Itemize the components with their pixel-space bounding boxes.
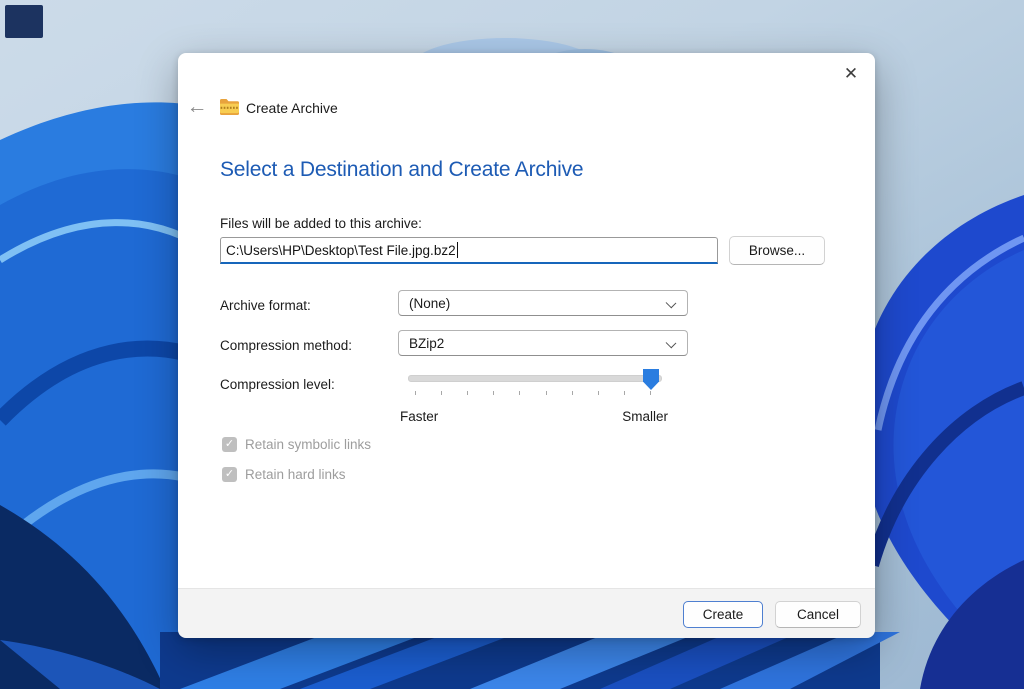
archive-path-input[interactable]: C:\Users\HP\Desktop\Test File.jpg.bz2	[220, 237, 718, 264]
archive-format-label: Archive format:	[220, 298, 311, 313]
archive-path-value: C:\Users\HP\Desktop\Test File.jpg.bz2	[226, 243, 456, 258]
cancel-button[interactable]: Cancel	[775, 601, 861, 628]
wallpaper-dark-corner	[5, 5, 43, 38]
compression-method-value: BZip2	[409, 336, 444, 351]
retain-hard-links-checkbox[interactable]: ✓ Retain hard links	[222, 467, 346, 482]
close-icon: ✕	[844, 65, 858, 82]
archive-format-dropdown[interactable]: (None)	[398, 290, 688, 316]
back-button[interactable]: ←	[184, 94, 210, 120]
create-button[interactable]: Create	[683, 601, 763, 628]
browse-button[interactable]: Browse...	[729, 236, 825, 265]
create-archive-dialog: ✕ ← Create Archive Select a Destination …	[178, 53, 875, 637]
archive-format-value: (None)	[409, 296, 450, 311]
compression-level-label: Compression level:	[220, 377, 335, 392]
dialog-footer: Create Cancel	[178, 588, 875, 638]
slider-min-label: Faster	[400, 409, 438, 424]
retain-symbolic-links-label: Retain symbolic links	[245, 437, 371, 452]
compression-level-slider-track[interactable]	[408, 375, 662, 382]
retain-symbolic-links-checkbox[interactable]: ✓ Retain symbolic links	[222, 437, 371, 452]
chevron-down-icon	[666, 338, 677, 349]
compression-method-dropdown[interactable]: BZip2	[398, 330, 688, 356]
checkbox-check-icon: ✓	[222, 467, 237, 482]
close-button[interactable]: ✕	[834, 57, 868, 89]
text-caret	[457, 242, 458, 258]
back-arrow-icon: ←	[187, 95, 208, 119]
dialog-title: Create Archive	[246, 100, 338, 116]
compression-method-label: Compression method:	[220, 338, 352, 353]
compression-level-slider-thumb[interactable]	[643, 369, 659, 390]
checkbox-check-icon: ✓	[222, 437, 237, 452]
chevron-down-icon	[666, 298, 677, 309]
slider-max-label: Smaller	[578, 409, 668, 424]
archive-folder-icon	[219, 98, 240, 115]
retain-hard-links-label: Retain hard links	[245, 467, 346, 482]
page-heading: Select a Destination and Create Archive	[220, 158, 583, 182]
file-path-label: Files will be added to this archive:	[220, 216, 422, 231]
slider-tick-marks	[415, 391, 651, 395]
